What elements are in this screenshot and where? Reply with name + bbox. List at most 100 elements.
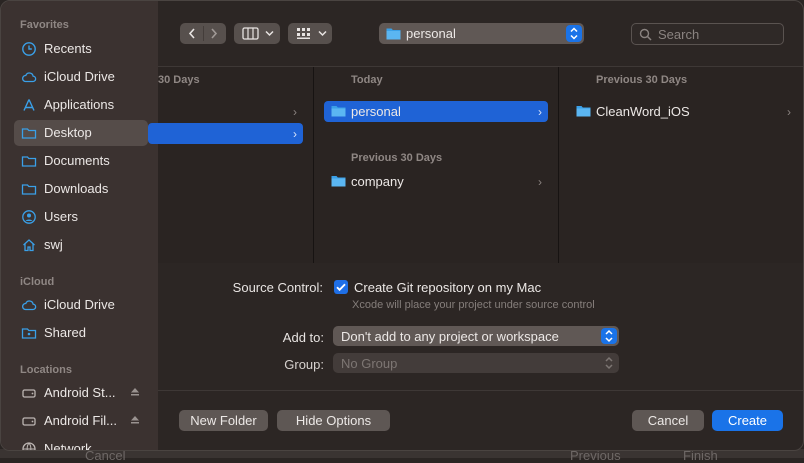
sidebar-section-favorites: Favorites [20, 19, 69, 31]
popup-stepper [566, 25, 582, 42]
footer-divider [158, 390, 803, 391]
network-icon [22, 442, 36, 450]
column-1: 30 Days › › [148, 67, 314, 263]
add-to-select[interactable]: Don't add to any project or workspace [333, 326, 619, 346]
sidebar-item-android-file[interactable]: Android Fil... [14, 408, 148, 434]
sidebar-item-desktop[interactable]: Desktop [14, 120, 148, 146]
folder-icon [331, 106, 346, 117]
chevron-down-icon [265, 30, 274, 37]
eject-icon[interactable] [128, 385, 142, 399]
search-field[interactable]: Search [631, 23, 784, 45]
sidebar-item-label: Network [44, 441, 92, 451]
sidebar-section-locations: Locations [20, 364, 72, 376]
back-forward-control [180, 23, 226, 44]
up-down-chevron-icon [605, 329, 613, 343]
chevron-right-icon: › [293, 105, 297, 119]
cloud-icon [22, 72, 37, 83]
select-stepper [601, 355, 617, 371]
home-icon [23, 239, 35, 252]
folder-icon [386, 28, 401, 40]
list-item-personal[interactable]: personal › [324, 101, 548, 122]
sidebar-section-icloud: iCloud [20, 276, 55, 288]
source-control-label: Source Control: [232, 280, 323, 295]
up-down-chevron-icon [605, 356, 613, 370]
folder-icon [21, 184, 37, 195]
group-button[interactable] [288, 23, 332, 44]
git-checkbox-label[interactable]: Create Git repository on my Mac [354, 280, 541, 295]
save-dialog: Favorites Recents iCloud Drive Applicati… [0, 0, 804, 451]
new-folder-button[interactable]: New Folder [179, 410, 268, 431]
sidebar-item-icloud-drive[interactable]: iCloud Drive [14, 64, 148, 90]
eject-icon[interactable] [128, 413, 142, 427]
column-3: Previous 30 Days CleanWord_iOS › [559, 67, 803, 263]
group-value: No Group [341, 356, 398, 371]
sidebar-item-documents[interactable]: Documents [14, 148, 148, 174]
disk-icon [22, 389, 36, 398]
sidebar-item-label: Downloads [44, 181, 109, 196]
sidebar-item-label: Applications [44, 97, 115, 112]
git-checkbox[interactable] [334, 280, 348, 294]
folder-icon [576, 106, 591, 117]
folder-icon [21, 128, 37, 139]
up-down-chevron-icon [570, 27, 578, 40]
sidebar-item-recents[interactable]: Recents [14, 36, 148, 62]
sidebar-item-label: Shared [44, 325, 86, 340]
chevron-right-icon: › [293, 127, 297, 141]
sidebar-item-label: Documents [44, 153, 110, 168]
create-button[interactable]: Create [712, 410, 783, 431]
column-subheader: Previous 30 Days [351, 152, 443, 164]
sidebar-item-label: Desktop [44, 125, 92, 140]
sidebar-item-label: iCloud Drive [44, 297, 115, 312]
column-header: 30 Days [158, 74, 200, 86]
hide-options-button[interactable]: Hide Options [277, 410, 390, 431]
cloud-icon [22, 300, 37, 311]
location-popup[interactable]: personal [379, 23, 584, 44]
column-header: Today [351, 74, 383, 86]
sidebar-item-applications[interactable]: Applications [14, 92, 148, 118]
sidebar-item-label: iCloud Drive [44, 69, 115, 84]
chevron-down-icon [318, 30, 327, 37]
group-label: Group: [284, 357, 324, 372]
list-item-cleanword[interactable]: CleanWord_iOS › [569, 101, 797, 122]
location-popup-label: personal [406, 26, 456, 41]
sidebar-item-downloads[interactable]: Downloads [14, 176, 148, 202]
applications-icon [23, 99, 35, 111]
sidebar-item-label: Android Fil... [44, 413, 117, 428]
folder-icon [331, 176, 346, 187]
sidebar-item-icloud-drive-2[interactable]: iCloud Drive [14, 292, 148, 318]
grid-icon [297, 28, 310, 39]
view-mode-button[interactable] [234, 23, 280, 44]
cancel-button[interactable]: Cancel [632, 410, 704, 431]
column-2: Today personal › Previous 30 Days compan… [314, 67, 559, 263]
checkmark-icon [336, 283, 346, 292]
sidebar: Favorites Recents iCloud Drive Applicati… [1, 1, 158, 450]
sidebar-item-shared[interactable]: Shared [14, 320, 148, 346]
chevron-left-icon[interactable] [184, 26, 200, 41]
column-header: Previous 30 Days [596, 74, 688, 86]
user-icon [22, 210, 36, 224]
clock-icon [22, 42, 36, 56]
sidebar-item-home[interactable]: swj [14, 232, 148, 258]
list-item-label: personal [351, 104, 401, 119]
add-to-value: Don't add to any project or workspace [341, 329, 559, 344]
search-icon [639, 28, 652, 41]
list-item-label: company [351, 174, 404, 189]
sidebar-item-users[interactable]: Users [14, 204, 148, 230]
sidebar-item-network[interactable]: Network [14, 436, 148, 451]
search-placeholder: Search [658, 27, 700, 42]
list-item-label: CleanWord_iOS [596, 104, 690, 119]
sidebar-item-android-storage[interactable]: Android St... [14, 380, 148, 406]
list-item-company[interactable]: company › [324, 171, 548, 192]
sidebar-item-label: Android St... [44, 385, 116, 400]
list-item[interactable]: › [148, 101, 303, 122]
group-select[interactable]: No Group [333, 353, 619, 373]
sidebar-item-label: Users [44, 209, 78, 224]
shared-folder-icon [21, 328, 37, 339]
select-stepper [601, 328, 617, 344]
list-item-selected[interactable]: › [148, 123, 303, 144]
segment-divider [203, 26, 204, 41]
chevron-right-icon[interactable] [206, 26, 222, 41]
chevron-right-icon: › [538, 175, 542, 189]
add-to-label: Add to: [282, 330, 324, 345]
chevron-right-icon: › [787, 105, 791, 119]
